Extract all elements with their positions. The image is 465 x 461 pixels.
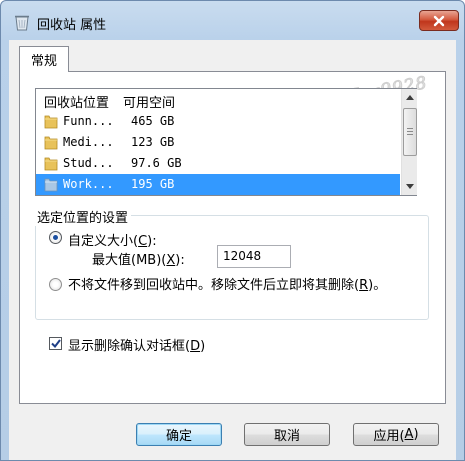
- free-space: 123 GB: [131, 135, 175, 149]
- column-header-space[interactable]: 可用空间: [123, 92, 175, 111]
- column-header-location[interactable]: 回收站位置: [44, 92, 109, 111]
- recycle-bin-icon: [14, 13, 30, 31]
- custom-size-radio[interactable]: [49, 231, 62, 244]
- list-item[interactable]: Funn... 465 GB: [36, 111, 400, 132]
- confirm-delete-checkbox[interactable]: [49, 337, 62, 350]
- location-name: Funn...: [63, 114, 114, 128]
- grip-line: [407, 128, 413, 129]
- tab-general-label: 常规: [30, 54, 57, 69]
- list-item[interactable]: Stud... 97.6 GB: [36, 153, 400, 174]
- dialog-content: 常规 百度经验 By Key9928 回收站位置 可用空间 Funn... 46…: [9, 40, 456, 460]
- location-name: Stud...: [63, 156, 114, 170]
- confirm-delete-label[interactable]: 显示删除确认对话框(D): [68, 335, 205, 354]
- window-title: 回收站 属性: [37, 18, 107, 33]
- max-size-input[interactable]: 12048: [217, 245, 291, 268]
- tab-general[interactable]: 常规: [19, 46, 69, 72]
- location-name: Medi...: [63, 135, 114, 149]
- list-scrollbar[interactable]: [401, 89, 417, 195]
- chevron-up-icon: [406, 95, 414, 100]
- ok-button[interactable]: 确定: [136, 423, 222, 446]
- location-name: Work...: [63, 177, 114, 191]
- properties-window: 回收站 属性 常规 百度经验 By Key9928 回收站位置 可用空间 Fun…: [0, 0, 465, 461]
- folder-icon: [44, 156, 58, 171]
- apply-button[interactable]: 应用(A): [353, 423, 439, 446]
- folder-icon: [44, 114, 58, 129]
- recycle-location-list[interactable]: 回收站位置 可用空间 Funn... 465 GB Medi... 123 GB: [35, 88, 417, 196]
- title-bar[interactable]: 回收站 属性: [1, 1, 464, 41]
- checkmark-icon: [50, 339, 61, 348]
- settings-group-title: 选定位置的设置: [35, 207, 132, 226]
- scroll-thumb[interactable]: [403, 108, 417, 156]
- close-button[interactable]: [419, 10, 459, 31]
- max-size-label: 最大值(MB)(X):: [92, 253, 185, 268]
- chevron-down-icon: [406, 184, 414, 189]
- list-item-selected[interactable]: Work... 195 GB: [36, 174, 400, 195]
- delete-immediately-label[interactable]: 不将文件移到回收站中。移除文件后立即将其删除(R)。: [68, 277, 408, 294]
- delete-immediately-radio[interactable]: [49, 278, 62, 291]
- folder-icon: [44, 177, 58, 192]
- close-icon: [433, 15, 445, 26]
- scroll-up-button[interactable]: [402, 89, 418, 106]
- free-space: 97.6 GB: [131, 156, 182, 170]
- list-header: 回收站位置 可用空间: [36, 89, 400, 111]
- folder-icon: [44, 135, 58, 150]
- list-item[interactable]: Medi... 123 GB: [36, 132, 400, 153]
- scroll-down-button[interactable]: [402, 178, 418, 195]
- grip-line: [407, 134, 413, 135]
- custom-size-label[interactable]: 自定义大小(C):: [68, 230, 157, 249]
- cancel-button[interactable]: 取消: [244, 423, 330, 446]
- free-space: 195 GB: [131, 177, 175, 191]
- grip-line: [407, 131, 413, 132]
- free-space: 465 GB: [131, 114, 175, 128]
